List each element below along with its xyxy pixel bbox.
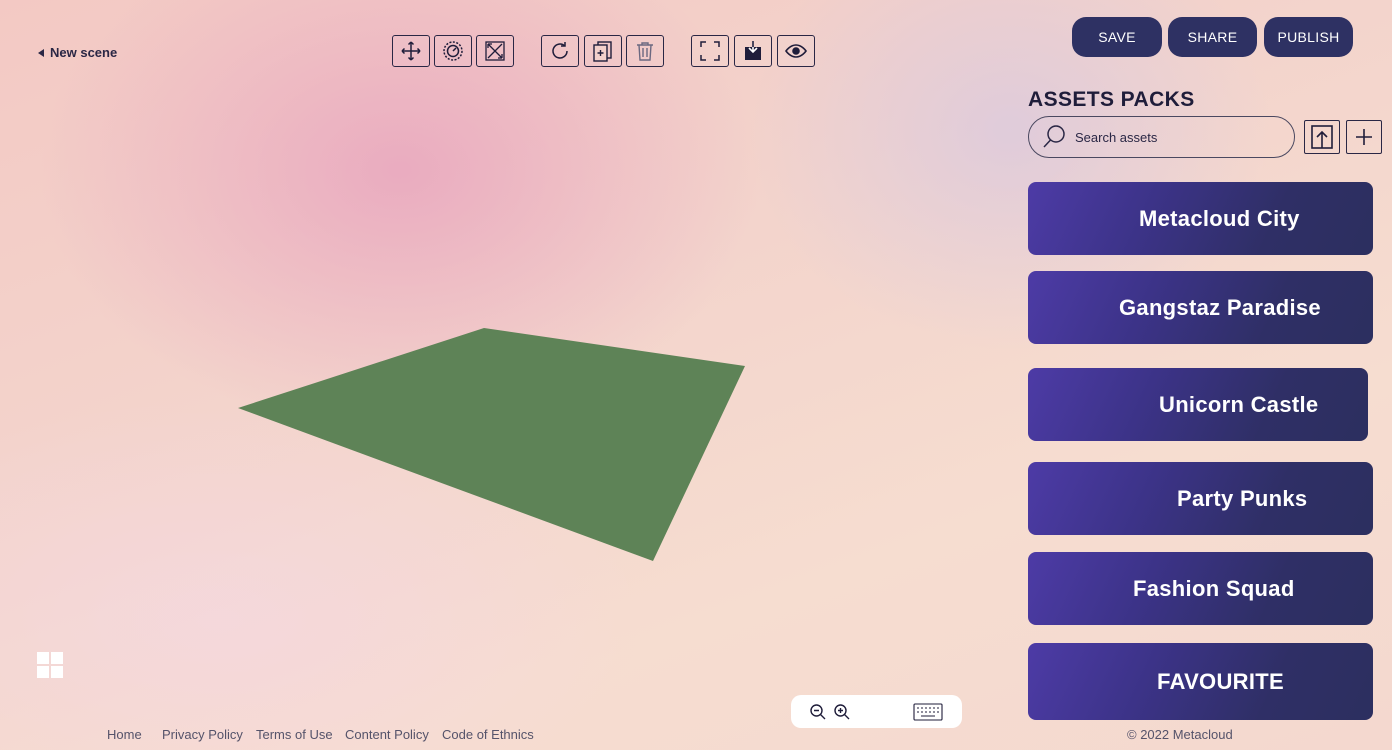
ground-plane[interactable] xyxy=(238,328,745,561)
publish-button[interactable]: PUBLISH xyxy=(1264,17,1353,57)
search-bar[interactable] xyxy=(1028,116,1295,158)
footer-link-terms-of-use[interactable]: Terms of Use xyxy=(256,727,333,742)
asset-pack-label: Gangstaz Paradise xyxy=(1119,294,1321,320)
search-input[interactable] xyxy=(1075,129,1275,145)
asset-pack-metacloud-city[interactable]: Metacloud City xyxy=(1028,182,1373,255)
copyright: © 2022 Metacloud xyxy=(1127,727,1233,742)
footer-link-privacy-policy[interactable]: Privacy Policy xyxy=(162,727,243,742)
share-button[interactable]: SHARE xyxy=(1168,17,1257,57)
zoom-controls xyxy=(791,695,962,728)
footer-link-home[interactable]: Home xyxy=(107,727,142,742)
zoom-in-button[interactable] xyxy=(831,701,853,723)
plus-icon xyxy=(1356,129,1372,145)
upload-asset-button[interactable] xyxy=(1304,120,1340,154)
keyboard-icon xyxy=(913,702,943,721)
apps-grid-icon[interactable] xyxy=(37,652,63,678)
asset-pack-label: Fashion Squad xyxy=(1133,575,1295,601)
asset-pack-label: Unicorn Castle xyxy=(1159,391,1319,417)
zoom-out-icon xyxy=(810,703,826,719)
add-asset-button[interactable] xyxy=(1346,120,1382,154)
asset-pack-label: Metacloud City xyxy=(1139,205,1300,231)
footer-link-content-policy[interactable]: Content Policy xyxy=(345,727,429,742)
asset-pack-label: Party Punks xyxy=(1177,485,1308,511)
panel-title: ASSETS PACKS xyxy=(1028,88,1195,111)
asset-pack-party-punks[interactable]: Party Punks xyxy=(1028,462,1373,535)
scene-viewport[interactable] xyxy=(0,0,1000,750)
asset-pack-gangstaz-paradise[interactable]: Gangstaz Paradise xyxy=(1028,271,1373,344)
keyboard-shortcuts-button[interactable] xyxy=(913,701,943,723)
footer-link-code-of-ethics[interactable]: Code of Ethnics xyxy=(442,727,534,742)
asset-pack-label: FAVOURITE xyxy=(1157,668,1284,694)
asset-pack-favourite[interactable]: FAVOURITE xyxy=(1028,643,1373,720)
upload-icon xyxy=(1311,125,1333,149)
zoom-out-button[interactable] xyxy=(807,701,829,723)
search-icon xyxy=(1043,125,1065,148)
asset-pack-fashion-squad[interactable]: Fashion Squad xyxy=(1028,552,1373,625)
zoom-in-icon xyxy=(834,703,850,719)
asset-pack-unicorn-castle[interactable]: Unicorn Castle xyxy=(1028,368,1368,441)
save-button[interactable]: SAVE xyxy=(1072,17,1162,57)
